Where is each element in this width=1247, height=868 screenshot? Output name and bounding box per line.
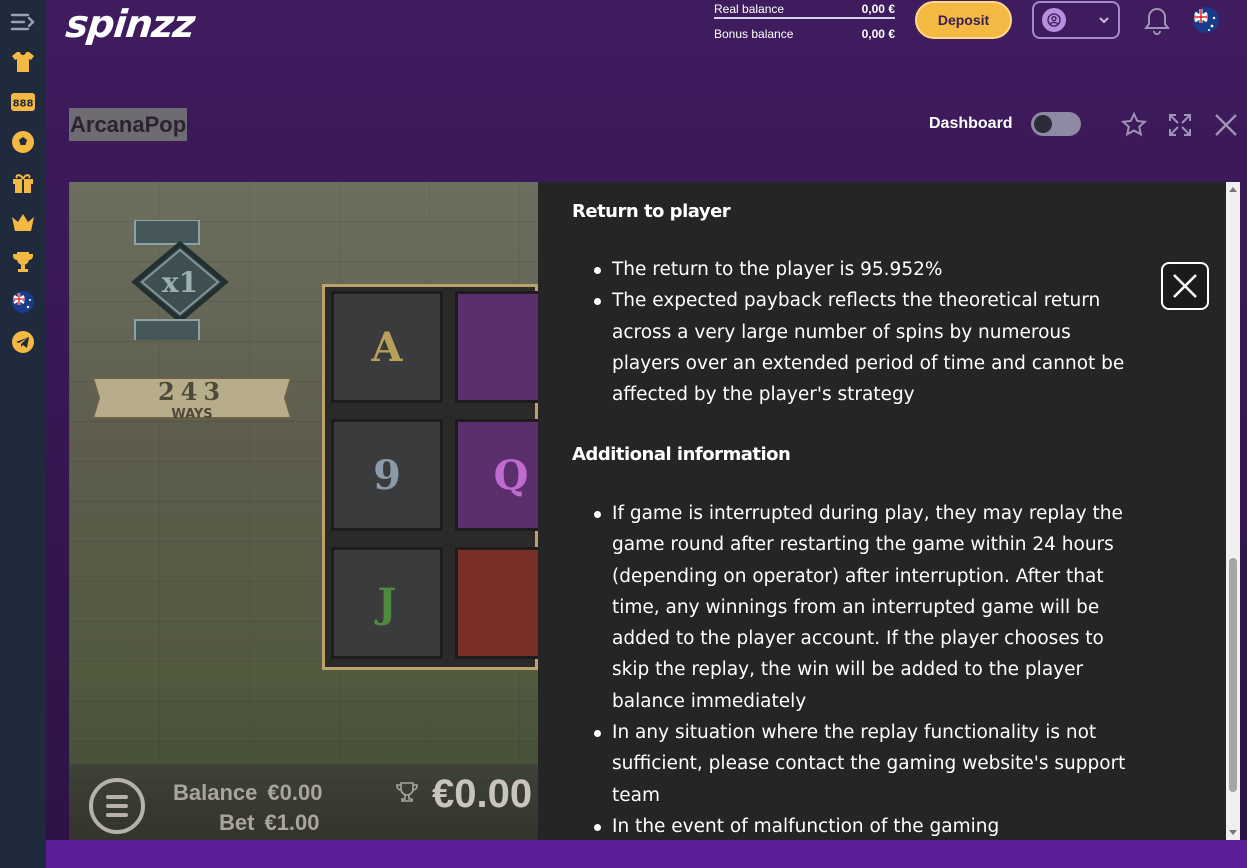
sidebar-item-promotions[interactable] [7,166,39,198]
avatar [1042,8,1066,32]
expand-icon [1169,114,1191,136]
trophy-icon [13,252,33,272]
gift-icon [13,174,33,193]
jersey-icon [12,52,34,72]
telegram-icon [12,331,34,353]
favorite-button[interactable] [1120,111,1148,139]
multiplier-badge: x1 [131,220,229,340]
balance-readout: Balance €0.00 [173,780,322,806]
rtp-list: The return to the player is 95.952% The … [594,254,1134,410]
real-balance-label: Real balance [714,1,785,16]
scroll-thumb[interactable] [1229,558,1237,792]
soccer-ball-icon [12,131,34,153]
deposit-button[interactable]: Deposit [915,1,1012,39]
toggle-knob [1034,115,1052,133]
brand-logo[interactable]: spinzz [64,2,197,46]
section-heading-additional: Additional information [572,444,791,465]
reel-symbol: 9 [331,419,443,531]
reel-grid[interactable]: A 9 J Q [322,284,538,670]
sidebar: 888 [0,0,46,868]
svg-text:x1: x1 [162,266,198,299]
trophy-icon [396,782,418,802]
sidebar-item-language[interactable] [7,286,39,318]
game-control-bar: Balance €0.00 Bet €1.00 €0.00 [69,764,538,840]
crown-icon [12,214,34,231]
sidebar-item-lottery[interactable]: 888 [7,86,39,118]
menu-toggle-icon [10,13,35,31]
sidebar-item-vip[interactable] [7,206,39,238]
game-bet-label: Bet [219,810,255,835]
reel-symbol: J [331,547,443,659]
svg-text:WAYS: WAYS [171,407,212,422]
game-bet-value: €1.00 [264,810,320,835]
user-icon [1047,13,1061,27]
language-selector[interactable] [1191,5,1221,35]
game-menu-button[interactable] [89,778,145,834]
reel-symbol: A [331,291,443,403]
close-info-button[interactable] [1161,262,1209,310]
bet-readout: Bet €1.00 [219,810,320,836]
bell-icon [1144,7,1170,35]
game-balance-value: €0.00 [267,780,323,805]
game-title: ArcanaPop [69,108,188,141]
info-scrollbar[interactable] [1226,182,1240,840]
list-item: In any situation where the replay functi… [594,717,1134,811]
close-icon [1173,274,1197,298]
scroll-down-icon[interactable] [1228,827,1238,837]
game-balance-label: Balance [173,780,258,805]
sidebar-item-football[interactable] [7,126,39,158]
close-game-button[interactable] [1212,111,1240,139]
game-info-panel: Return to player The return to the playe… [538,182,1226,840]
list-item: In the event of malfunction of the gamin… [594,811,1134,840]
sidebar-item-sports[interactable] [7,46,39,78]
sidebar-item-tournaments[interactable] [7,246,39,278]
menu-toggle-button[interactable] [7,6,39,38]
scroll-up-icon[interactable] [1228,185,1238,195]
balance-panel: Real balance 0,00 € Bonus balance 0,00 € [714,0,895,44]
australia-flag-icon [12,291,34,313]
list-item: The expected payback reflects the theore… [594,285,1134,410]
australia-flag-icon [1193,7,1219,33]
reel-symbol: Q [455,419,538,531]
profile-dropdown[interactable] [1032,1,1120,39]
close-icon [1215,114,1237,136]
list-item: The return to the player is 95.952% [594,254,1134,285]
dashboard-label: Dashboard [929,115,1013,132]
game-canvas[interactable]: x1 243 WAYS A 9 J Q Balance €0.00 Bet €1… [69,182,538,840]
reel-symbol-character [455,291,538,403]
svg-text:243: 243 [158,377,226,406]
ways-banner: 243 WAYS [91,377,293,422]
svg-text:888: 888 [13,99,34,110]
notifications-button[interactable] [1143,5,1171,35]
win-amount: €0.00 [432,772,533,816]
main-area: spinzz Real balance 0,00 € Bonus balance… [46,0,1247,868]
lottery-888-icon: 888 [11,93,35,111]
game-frame[interactable]: x1 243 WAYS A 9 J Q Balance €0.00 Bet €1… [69,182,1240,840]
sidebar-item-telegram[interactable] [7,326,39,358]
bonus-balance-value: 0,00 € [861,27,895,41]
chevron-down-icon [1099,17,1109,24]
bonus-balance-label: Bonus balance [714,27,794,41]
section-heading-rtp: Return to player [572,201,731,222]
reel-symbol-character [455,547,538,659]
footer-strip [46,840,1247,868]
fullscreen-button[interactable] [1166,111,1194,139]
star-icon [1120,111,1148,137]
real-balance-value: 0,00 € [861,1,895,16]
list-item: If game is interrupted during play, they… [594,498,1134,717]
additional-info-list: If game is interrupted during play, they… [594,498,1134,840]
dashboard-toggle[interactable] [1031,112,1081,136]
